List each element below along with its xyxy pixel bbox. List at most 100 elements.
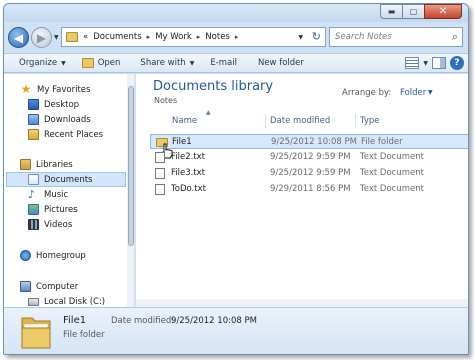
sidebar-item-label: My Favorites xyxy=(37,84,91,95)
sidebar-item-label: Downloads xyxy=(44,114,91,125)
share-with-menu[interactable]: Share with ▼ xyxy=(140,58,194,68)
refresh-icon[interactable]: ↻ xyxy=(312,30,321,43)
hard-disk-icon xyxy=(28,297,39,306)
file-date: 9/25/2012 10:08 PM xyxy=(271,137,357,147)
file-name: File1 xyxy=(172,137,192,147)
organize-menu[interactable]: Organize ▼ xyxy=(19,58,66,68)
new-folder-label: New folder xyxy=(257,58,304,68)
file-row-file3[interactable]: File3.txt 9/25/2012 9:59 PM Text Documen… xyxy=(150,166,468,181)
sidebar-item-documents[interactable]: Documents xyxy=(6,172,126,187)
sidebar-item-pictures[interactable]: Pictures xyxy=(28,202,134,217)
help-icon[interactable]: ? xyxy=(450,56,464,70)
navigation-scrollbar[interactable] xyxy=(127,74,134,307)
sidebar-item-desktop[interactable]: Desktop xyxy=(28,97,134,112)
sidebar-item-downloads[interactable]: Downloads xyxy=(28,112,134,127)
file-row-file1[interactable]: File1 9/25/2012 10:08 PM File folder xyxy=(150,134,468,159)
email-button[interactable]: E-mail xyxy=(210,58,237,68)
file-name: File3.txt xyxy=(171,168,206,178)
file-type: Text Document xyxy=(360,184,424,194)
sidebar-item-label: Documents xyxy=(44,174,93,185)
file-row-todo[interactable]: ToDo.txt 9/29/2011 8:56 PM Text Document xyxy=(150,182,468,197)
chevron-down-icon: ▼ xyxy=(61,59,66,67)
sidebar-item-label: Music xyxy=(44,189,69,200)
scrollbar-thumb[interactable] xyxy=(128,86,134,246)
title-bar: ▬ ▢ ✕ xyxy=(4,4,468,22)
computer-icon xyxy=(20,281,31,292)
column-header-type[interactable]: Type xyxy=(360,116,380,126)
libraries-icon xyxy=(20,159,31,170)
text-file-icon xyxy=(155,184,165,195)
change-view-icon[interactable] xyxy=(405,57,420,69)
preview-pane-icon[interactable] xyxy=(432,57,446,69)
address-history-dropdown[interactable]: ▼ xyxy=(298,34,303,41)
details-file-name: File1 xyxy=(63,315,87,326)
sidebar-item-music[interactable]: ♪ Music xyxy=(28,187,134,202)
details-date-value: 9/25/2012 10:08 PM xyxy=(171,316,257,326)
open-button[interactable]: Open xyxy=(81,58,121,68)
recent-places-icon xyxy=(28,129,39,140)
sidebar-item-computer[interactable]: Computer xyxy=(20,279,134,294)
column-divider[interactable] xyxy=(265,114,266,128)
chevron-down-icon[interactable]: ▼ xyxy=(423,60,428,67)
star-icon: ★ xyxy=(20,82,32,96)
chevron-down-icon[interactable]: ▼ xyxy=(428,89,433,96)
text-file-icon xyxy=(155,152,165,163)
file-type: File folder xyxy=(361,137,403,147)
sidebar-item-homegroup[interactable]: Homegroup xyxy=(20,248,134,263)
documents-icon xyxy=(28,174,39,185)
sidebar-item-libraries[interactable]: Libraries xyxy=(20,157,134,172)
sort-ascending-icon: ▲ xyxy=(206,109,211,116)
search-icon[interactable]: ⌕ xyxy=(452,30,458,44)
breadcrumb-separator-icon[interactable]: ▸ xyxy=(235,33,239,41)
breadcrumb-documents[interactable]: Documents xyxy=(93,32,141,42)
explorer-window: ▬ ▢ ✕ ◀ ▶ ▼ « Documents ▸ My Work ▸ Note… xyxy=(3,3,469,355)
back-button[interactable]: ◀ xyxy=(8,27,29,48)
file-name: File2.txt xyxy=(171,152,206,162)
folder-icon xyxy=(21,317,51,349)
chevron-down-icon: ▼ xyxy=(189,59,195,67)
library-subtitle: Notes xyxy=(154,96,178,105)
close-button[interactable]: ✕ xyxy=(424,4,462,19)
open-label: Open xyxy=(97,58,121,68)
file-name: ToDo.txt xyxy=(171,184,206,194)
sidebar-item-label: Recent Places xyxy=(44,129,104,140)
breadcrumb-overflow[interactable]: « xyxy=(83,32,88,42)
sidebar-item-videos[interactable]: Videos xyxy=(28,217,134,232)
breadcrumb-separator-icon[interactable]: ▸ xyxy=(197,33,201,41)
breadcrumb-notes[interactable]: Notes xyxy=(205,32,230,42)
breadcrumb-my-work[interactable]: My Work xyxy=(155,32,192,42)
folder-icon xyxy=(66,32,78,42)
search-input[interactable]: Search Notes ⌕ xyxy=(329,27,463,47)
command-bar: Organize ▼ Open Share with ▼ E-mail New … xyxy=(4,53,468,73)
navigation-pane: ★ My Favorites Desktop Downloads Recent … xyxy=(4,74,135,307)
sidebar-item-recent-places[interactable]: Recent Places xyxy=(28,127,134,142)
sidebar-item-local-disk[interactable]: Local Disk (C:) xyxy=(28,294,134,307)
organize-label: Organize xyxy=(19,58,58,68)
arrange-by-label: Arrange by: xyxy=(342,88,392,98)
email-label: E-mail xyxy=(210,58,237,68)
recent-pages-dropdown[interactable]: ▼ xyxy=(54,34,59,41)
sidebar-item-label: Pictures xyxy=(44,204,78,215)
column-divider[interactable] xyxy=(355,114,356,128)
file-list-pane: Documents library Notes Arrange by: Fold… xyxy=(136,74,468,307)
maximize-button[interactable]: ▢ xyxy=(402,4,424,19)
address-bar[interactable]: « Documents ▸ My Work ▸ Notes ▸ ▼ ↻ xyxy=(61,27,326,47)
horizontal-scrollbar[interactable] xyxy=(136,299,468,307)
file-row-file2[interactable]: File2.txt 9/25/2012 9:59 PM Text Documen… xyxy=(150,150,468,165)
new-folder-button[interactable]: New folder xyxy=(258,58,304,68)
library-title: Documents library xyxy=(153,79,274,94)
forward-button[interactable]: ▶ xyxy=(31,27,52,48)
pictures-icon xyxy=(28,204,39,215)
column-header-name[interactable]: Name xyxy=(172,116,197,126)
file-date: 9/25/2012 9:59 PM xyxy=(270,152,351,162)
sidebar-item-label: Homegroup xyxy=(36,250,86,261)
details-date-label: Date modified: xyxy=(111,316,175,326)
arrange-by-dropdown[interactable]: Folder xyxy=(400,88,426,98)
breadcrumb-separator-icon[interactable]: ▸ xyxy=(147,33,151,41)
sidebar-item-favorites[interactable]: ★ My Favorites xyxy=(20,82,134,97)
minimize-button[interactable]: ▬ xyxy=(380,4,402,19)
column-headers: ▲ Name Date modified Type xyxy=(150,109,468,128)
homegroup-icon xyxy=(20,250,31,261)
details-pane: File1 Date modified: 9/25/2012 10:08 PM … xyxy=(4,307,468,354)
column-header-date[interactable]: Date modified xyxy=(270,116,330,126)
